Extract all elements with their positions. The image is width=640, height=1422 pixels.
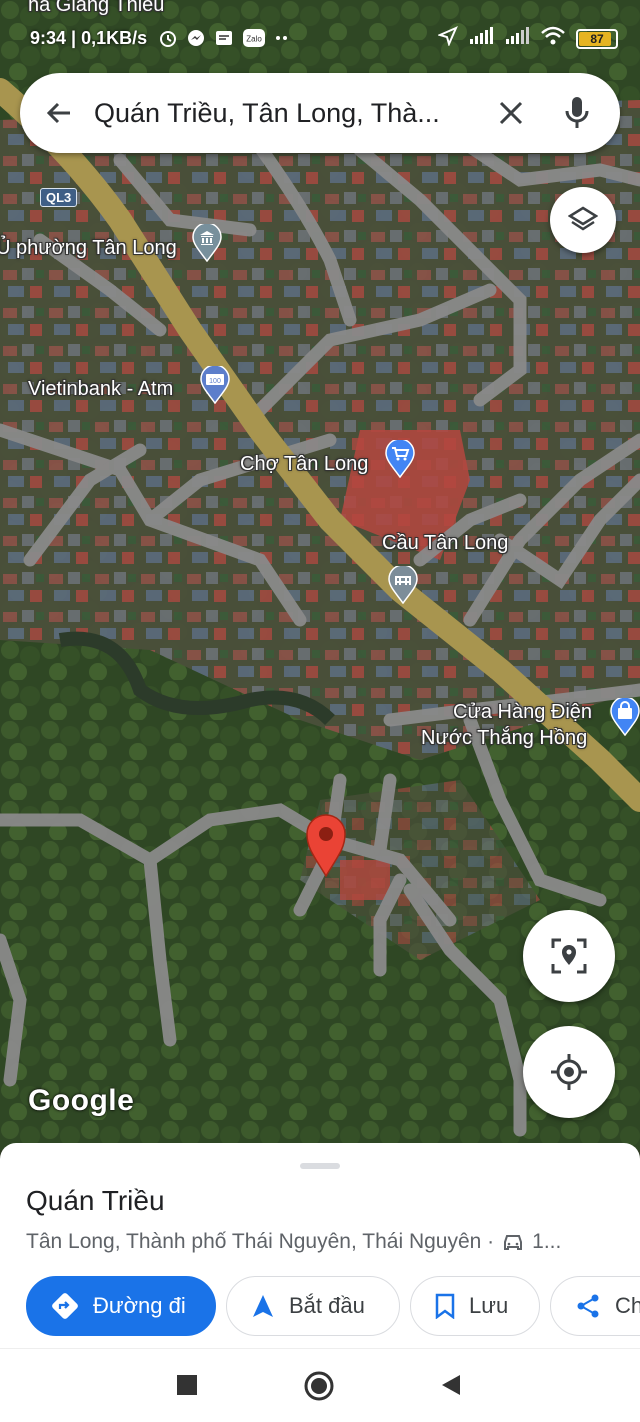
drag-handle[interactable]: [300, 1163, 340, 1169]
drive-time: 1...: [532, 1230, 562, 1253]
network-speed: 0,1KB/s: [81, 28, 148, 48]
google-watermark: Google: [28, 1084, 135, 1117]
place-address: Tân Long, Thành phố Thái Nguyên, Thái Ng…: [26, 1230, 495, 1253]
action-chips: Đường đi Bắt đầu Lưu Ch: [26, 1276, 640, 1336]
my-location-button[interactable]: [523, 1026, 615, 1118]
road-badge-ql3: QL3: [40, 188, 78, 207]
wifi-icon: [540, 26, 566, 51]
location-arrow-icon: [437, 26, 458, 51]
voice-search-button[interactable]: [546, 73, 608, 153]
signal-icon-sim1: [468, 26, 494, 51]
clear-search-button[interactable]: [476, 73, 546, 153]
bridge-pin-icon[interactable]: [388, 566, 418, 604]
status-separator: |: [71, 28, 82, 48]
share-button[interactable]: Ch: [550, 1276, 640, 1336]
microphone-icon: [565, 97, 589, 128]
place-title: Quán Triều: [26, 1185, 165, 1216]
share-label: Ch: [615, 1293, 640, 1318]
map-label-shop-line2[interactable]: Nước Thắng Hồng: [421, 725, 587, 751]
car-icon: [504, 1235, 523, 1250]
government-pin-icon[interactable]: [192, 224, 222, 262]
map-label-market[interactable]: Chợ Tân Long: [240, 451, 368, 477]
battery-level: 87: [590, 31, 604, 46]
message-icon: [214, 28, 234, 53]
shopping-cart-pin-icon[interactable]: [385, 440, 415, 478]
location-scan-icon: [551, 938, 587, 974]
directions-button[interactable]: Đường đi: [26, 1276, 216, 1336]
zalo-icon: Zalo: [242, 28, 266, 53]
close-icon: [499, 101, 523, 125]
search-query-text[interactable]: Quán Triều, Tân Long, Thà...: [94, 98, 476, 129]
notification-icons: Zalo: [158, 28, 290, 53]
selected-location-pin-icon[interactable]: [304, 812, 348, 878]
back-button[interactable]: [24, 73, 94, 153]
arrow-back-icon: [46, 102, 70, 124]
street-view-button[interactable]: [523, 910, 615, 1002]
place-details-sheet[interactable]: Quán Triều Tân Long, Thành phố Thái Nguy…: [0, 1143, 640, 1348]
home-circle-icon[interactable]: [304, 1371, 334, 1401]
bookmark-icon: [435, 1293, 455, 1319]
system-icons: 87: [437, 26, 618, 51]
status-time: 9:34: [30, 28, 67, 48]
battery-indicator: 87: [576, 28, 618, 49]
directions-icon: [52, 1293, 78, 1319]
crosshair-icon: [551, 1054, 587, 1090]
start-navigation-button[interactable]: Bắt đầu: [226, 1276, 400, 1336]
layers-button[interactable]: [550, 187, 616, 253]
shopping-bag-pin-icon[interactable]: [610, 698, 640, 736]
search-bar[interactable]: Quán Triều, Tân Long, Thà...: [20, 73, 620, 153]
zalo-icon-text: Zalo: [246, 35, 262, 44]
directions-label: Đường đi: [93, 1293, 186, 1318]
map-label-atm[interactable]: Vietinbank - Atm: [28, 376, 173, 402]
alarm-icon: [158, 28, 178, 53]
map-label-bridge[interactable]: Cầu Tân Long: [382, 530, 508, 556]
more-notifications-icon: [274, 28, 290, 53]
status-bar: 9:34 | 0,1KB/s Zalo 87: [0, 0, 640, 72]
messenger-icon: [186, 28, 206, 53]
back-triangle-icon[interactable]: [440, 1373, 462, 1397]
atm-badge-text: 100: [209, 378, 221, 385]
place-subtitle: Tân Long, Thành phố Thái Nguyên, Thái Ng…: [26, 1230, 561, 1254]
atm-pin-icon[interactable]: 100: [200, 366, 230, 404]
share-icon: [577, 1294, 599, 1318]
map-label-shop-line1[interactable]: Cửa Hàng Điện: [453, 699, 592, 725]
system-navigation-bar: [0, 1348, 640, 1422]
layers-icon: [568, 206, 598, 231]
map-label-ward[interactable]: Ủ phường Tân Long: [0, 235, 177, 261]
recents-square-icon[interactable]: [176, 1374, 198, 1396]
save-button[interactable]: Lưu: [410, 1276, 540, 1336]
save-label: Lưu: [469, 1293, 509, 1318]
signal-icon-sim2: [504, 26, 530, 51]
navigation-arrow-icon: [253, 1295, 273, 1317]
start-label: Bắt đầu: [289, 1293, 365, 1318]
